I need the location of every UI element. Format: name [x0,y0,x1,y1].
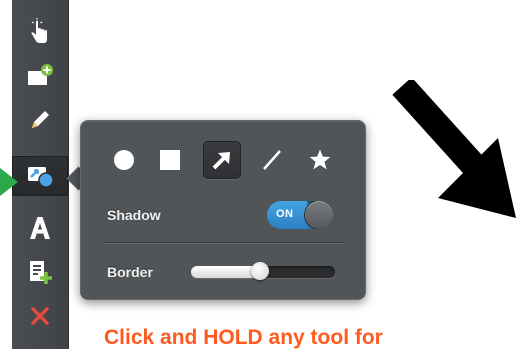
shape-options-popup: Shadow ON Border [80,120,366,300]
shadow-toggle[interactable]: ON [267,201,333,229]
add-image-tool-button[interactable] [12,56,68,96]
shadow-label: Shadow [107,207,161,223]
border-label: Border [107,264,153,280]
shapes-icon [28,167,54,188]
add-page-tool-button[interactable] [12,252,68,292]
circle-shape-button[interactable] [105,141,143,179]
page-plus-icon [30,261,52,284]
close-x-icon [31,307,49,325]
square-icon [160,150,180,170]
star-icon [309,149,331,170]
hand-pointer-icon [31,18,47,43]
star-shape-button[interactable] [301,141,339,179]
arrow-shape-button[interactable] [203,141,241,179]
border-slider[interactable] [191,262,335,280]
line-icon [263,150,281,170]
border-slider-fill [191,266,260,278]
toggle-on-text: ON [276,208,294,220]
shapes-tool-button[interactable] [12,156,68,196]
toggle-knob[interactable] [305,201,333,229]
image-plus-icon [28,64,53,85]
text-tool-button[interactable] [12,208,68,248]
square-shape-button[interactable] [151,141,189,179]
green-pointer-arrow [0,168,18,196]
popup-divider [103,242,343,243]
delete-tool-button[interactable] [12,296,68,336]
line-shape-button[interactable] [253,141,291,179]
tool-sidebar [12,0,68,349]
circle-icon [114,150,134,170]
pencil-icon [32,111,49,128]
arrow-icon [212,152,230,170]
shape-picker [105,141,345,181]
border-slider-knob[interactable] [251,262,269,280]
canvas-arrow-shape[interactable] [388,80,524,230]
instruction-caption: Click and HOLD any tool for [104,326,383,349]
pen-tool-button[interactable] [12,100,68,140]
text-a-icon [30,217,50,239]
pointer-tool-button[interactable] [12,12,68,52]
